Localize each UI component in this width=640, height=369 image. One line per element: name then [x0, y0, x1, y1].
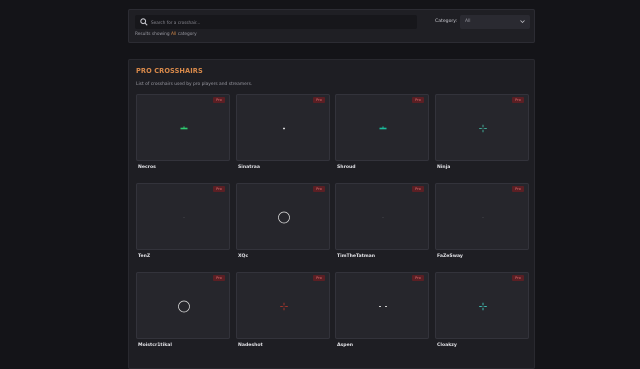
- pro-badge: Pro: [512, 97, 524, 103]
- pro-badge: Pro: [313, 275, 325, 281]
- results-suffix: category: [177, 32, 197, 37]
- pro-badge: Pro: [412, 97, 424, 103]
- crosshair-preview: [183, 217, 185, 218]
- crosshair-card[interactable]: Pro: [136, 272, 230, 339]
- crosshair-preview: [178, 300, 190, 313]
- crosshair-card[interactable]: Pro: [236, 94, 330, 161]
- crosshair-preview: [482, 217, 484, 218]
- pro-badge: Pro: [213, 275, 225, 281]
- section-title: PRO CROSSHAIRS: [136, 67, 203, 75]
- crosshair-name[interactable]: Necros: [138, 165, 156, 170]
- chevron-down-icon: [520, 20, 525, 24]
- search-panel: Category: All Results showing All catego…: [128, 9, 535, 43]
- crosshair-preview: [479, 302, 487, 311]
- results-prefix: Results showing: [135, 32, 170, 37]
- crosshair-card[interactable]: Pro: [435, 183, 529, 250]
- category-value: All: [465, 19, 471, 24]
- crosshair-preview: [278, 211, 290, 224]
- crosshair-preview: [379, 126, 387, 130]
- crosshair-card[interactable]: Pro: [236, 183, 330, 250]
- crosshair-card[interactable]: Pro: [435, 94, 529, 161]
- crosshair-card[interactable]: Pro: [236, 272, 330, 339]
- search-input[interactable]: [151, 15, 421, 29]
- crosshair-card[interactable]: Pro: [335, 183, 429, 250]
- crosshair-card[interactable]: Pro: [136, 94, 230, 161]
- crosshair-preview: [382, 217, 384, 218]
- crosshair-card[interactable]: Pro: [335, 94, 429, 161]
- pro-badge: Pro: [213, 97, 225, 103]
- section-description: List of crosshairs used by pro players a…: [136, 82, 253, 87]
- crosshair-card[interactable]: Pro: [136, 183, 230, 250]
- crosshair-name[interactable]: Aspen: [337, 343, 353, 348]
- category-select[interactable]: All: [460, 15, 530, 29]
- pro-badge: Pro: [213, 186, 225, 192]
- pro-badge: Pro: [313, 186, 325, 192]
- crosshair-name[interactable]: TenZ: [138, 254, 150, 259]
- category-label: Category:: [435, 19, 458, 24]
- pro-badge: Pro: [512, 186, 524, 192]
- crosshair-preview: [180, 126, 188, 130]
- crosshair-name[interactable]: TimTheTatman: [337, 254, 375, 259]
- results-category: All: [171, 32, 177, 37]
- crosshair-name[interactable]: Ninja: [437, 165, 450, 170]
- crosshair-preview: [280, 302, 288, 311]
- crosshair-name[interactable]: FaZeSway: [437, 254, 463, 259]
- pro-badge: Pro: [313, 97, 325, 103]
- crosshair-name[interactable]: Nadeshot: [238, 343, 263, 348]
- crosshair-name[interactable]: Shroud: [337, 165, 356, 170]
- crosshair-name[interactable]: Sinatraa: [238, 165, 260, 170]
- search-bar: [135, 15, 421, 29]
- crosshair-name[interactable]: Moistcr1tikal: [138, 343, 172, 348]
- crosshair-card[interactable]: Pro: [335, 272, 429, 339]
- crosshair-name[interactable]: XQc: [238, 254, 248, 259]
- crosshair-preview: [379, 306, 387, 307]
- results-summary: Results showing All category: [135, 32, 197, 37]
- crosshair-card[interactable]: Pro: [435, 272, 529, 339]
- pro-crosshairs-panel: PRO CROSSHAIRS List of crosshairs used b…: [128, 59, 535, 369]
- pro-badge: Pro: [412, 275, 424, 281]
- crosshair-preview: [283, 127, 285, 130]
- pro-badge: Pro: [512, 275, 524, 281]
- search-icon: [140, 18, 148, 26]
- pro-badge: Pro: [412, 186, 424, 192]
- crosshair-preview: [479, 124, 487, 133]
- crosshair-name[interactable]: Cloakzy: [437, 343, 457, 348]
